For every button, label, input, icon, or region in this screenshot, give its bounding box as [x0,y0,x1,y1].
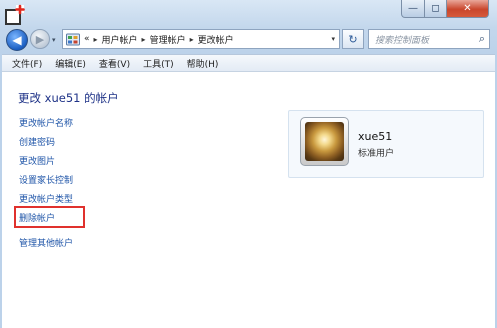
site-logo-icon [5,4,25,25]
menu-tools[interactable]: 工具(T) [143,57,174,70]
arrow-right-icon: ▶ [35,32,45,46]
forward-button[interactable]: ▶ [30,29,50,49]
control-panel-icon [66,33,80,45]
close-button[interactable]: ✕ [447,0,489,18]
maximize-button[interactable]: ◻ [425,0,447,18]
link-change-picture[interactable]: 更改图片 [19,154,55,167]
search-input[interactable]: 搜索控制面板 ⌕ [368,29,490,49]
page-title: 更改 xue51 的帐户 [18,91,119,105]
link-manage-other-accounts[interactable]: 管理其他帐户 [19,236,73,249]
refresh-icon: ↻ [348,32,358,46]
arrow-left-icon: ◀ [12,33,22,47]
caption-buttons: — ◻ ✕ [401,0,489,18]
link-parental-controls[interactable]: 设置家长控制 [19,173,73,186]
avatar-picture [305,122,344,161]
chevron-right-icon[interactable]: ▸ [142,35,146,44]
chevron-right-icon: ▸ [93,34,98,44]
chevron-right-icon[interactable]: ▸ [190,35,194,44]
delete-account-highlight [14,206,85,228]
minimize-button[interactable]: — [401,0,425,18]
link-create-password[interactable]: 创建密码 [19,135,55,148]
menu-help[interactable]: 帮助(H) [187,57,219,70]
address-bar[interactable]: « ▸ 用户帐户 ▸ 管理帐户 ▸ 更改帐户 ▾ [62,29,340,49]
breadcrumb-change-account[interactable]: 更改帐户 [198,33,234,46]
search-placeholder: 搜索控制面板 [375,35,430,46]
link-change-account-name[interactable]: 更改帐户名称 [19,116,73,129]
back-button[interactable]: ◀ [6,29,28,51]
link-change-account-type[interactable]: 更改帐户类型 [19,192,73,205]
account-name: xue51 [358,130,393,143]
recent-pages-button[interactable]: ▾ [52,36,60,44]
chevron-down-icon[interactable]: ▾ [331,35,335,43]
search-icon[interactable]: ⌕ [479,32,485,46]
refresh-button[interactable]: ↻ [342,29,364,49]
chevron-down-icon: ▾ [52,36,56,44]
breadcrumb-overflow[interactable]: « [84,34,90,44]
menu-edit[interactable]: 编辑(E) [55,57,86,70]
breadcrumb-manage-accounts[interactable]: 管理帐户 [150,33,186,46]
menu-file[interactable]: 文件(F) [12,57,42,70]
breadcrumb-user-accounts[interactable]: 用户帐户 [102,33,138,46]
avatar [300,117,349,166]
account-type: 标准用户 [358,149,395,159]
menu-bar: 文件(F) 编辑(E) 查看(V) 工具(T) 帮助(H) [2,54,495,72]
menu-view[interactable]: 查看(V) [99,57,130,70]
